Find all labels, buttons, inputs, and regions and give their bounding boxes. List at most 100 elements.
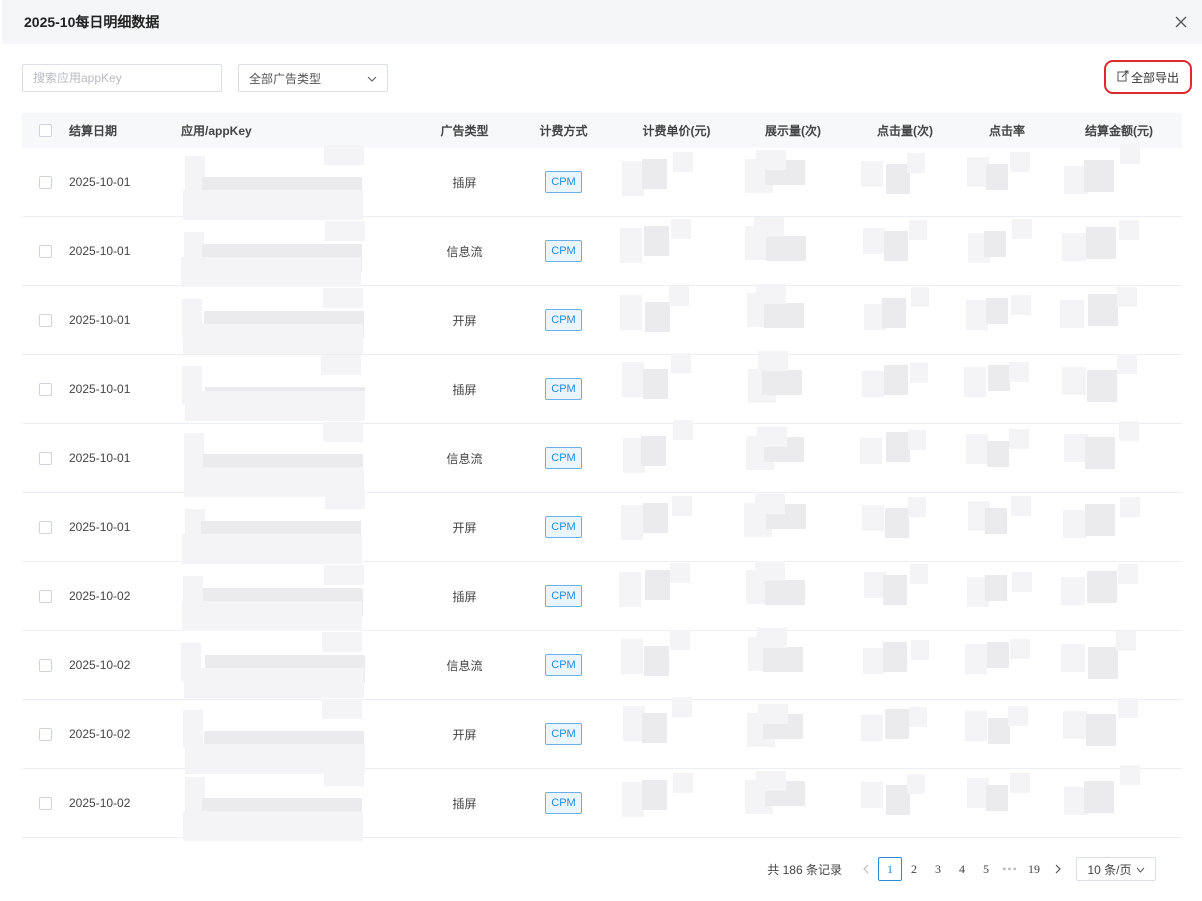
- redacted-block: [1011, 294, 1031, 315]
- header-ctr: 点击率: [988, 124, 1025, 138]
- redacted-block: [862, 504, 884, 531]
- page-button-2[interactable]: 2: [902, 857, 926, 881]
- chevron-left-icon[interactable]: [854, 857, 878, 881]
- pagination-total: 共 186 条记录: [767, 862, 842, 877]
- redacted-ctr: [958, 700, 1056, 769]
- row-impressions: [734, 769, 852, 838]
- row-billing: CPM: [508, 516, 619, 538]
- redacted-block: [884, 364, 908, 395]
- row-checkbox[interactable]: [39, 589, 52, 603]
- row-billing: CPM: [508, 792, 619, 814]
- row-checkbox[interactable]: [39, 727, 52, 741]
- redacted-unit-price: [619, 769, 734, 838]
- redacted-block: [986, 163, 1008, 190]
- redacted-block: [862, 370, 884, 397]
- redacted-block: [1116, 630, 1136, 651]
- row-billing: CPM: [508, 723, 619, 745]
- table-row[interactable]: 2025-10-01 开屏 CPM: [22, 488, 1182, 564]
- row-clicks: [852, 769, 958, 838]
- table-row[interactable]: 2025-10-01 插屏 CPM: [22, 143, 1182, 220]
- redacted-block: [1086, 713, 1116, 746]
- row-impressions: [734, 493, 852, 562]
- modal-title: 2025-10每日明细数据: [24, 14, 160, 30]
- redacted-block: [183, 323, 363, 354]
- select-all-checkbox[interactable]: [39, 124, 52, 137]
- pagination: 共 186 条记录 1 2 3 4 5 ••• 19 10 条/页: [767, 857, 1156, 881]
- redacted-block: [324, 144, 364, 165]
- table-row[interactable]: 2025-10-01 开屏 CPM: [22, 283, 1182, 355]
- table-row[interactable]: 2025-10-02 插屏 CPM: [22, 560, 1182, 631]
- row-checkbox[interactable]: [39, 520, 52, 534]
- page-button-3[interactable]: 3: [926, 857, 950, 881]
- row-ctr: [958, 769, 1056, 838]
- redacted-block: [986, 297, 1008, 324]
- page-button-4[interactable]: 4: [950, 857, 974, 881]
- export-all-button[interactable]: 全部导出: [1104, 60, 1192, 94]
- table-row[interactable]: 2025-10-02 信息流 CPM: [22, 627, 1182, 700]
- search-input[interactable]: [22, 64, 222, 92]
- redacted-impressions: [734, 560, 852, 631]
- page-ellipsis[interactable]: •••: [998, 857, 1022, 881]
- redacted-block: [324, 564, 364, 585]
- redacted-block: [183, 189, 363, 220]
- close-icon[interactable]: [1174, 15, 1188, 29]
- page-button-1[interactable]: 1: [878, 857, 902, 881]
- row-select-cell: [22, 313, 69, 327]
- redacted-block: [181, 256, 361, 287]
- redacted-block: [1087, 570, 1117, 603]
- redacted-block: [756, 770, 786, 791]
- redacted-unit-price: [619, 562, 734, 631]
- page-size-select[interactable]: 10 条/页: [1076, 857, 1156, 881]
- row-amount: [1056, 697, 1182, 769]
- row-checkbox[interactable]: [39, 658, 52, 672]
- redacted-block: [762, 369, 802, 395]
- row-date: 2025-10-02: [69, 589, 131, 603]
- header-amount: 结算金额(元): [1085, 124, 1153, 138]
- row-ctr: [958, 562, 1056, 631]
- page-button-5[interactable]: 5: [974, 857, 998, 881]
- row-checkbox[interactable]: [39, 382, 52, 396]
- page-button-last[interactable]: 19: [1022, 857, 1046, 881]
- row-select-cell: [22, 382, 69, 396]
- row-checkbox[interactable]: [39, 244, 52, 258]
- row-checkbox[interactable]: [39, 313, 52, 327]
- row-checkbox[interactable]: [39, 796, 52, 810]
- row-app: [181, 217, 421, 287]
- table-row[interactable]: 2025-10-02 插屏 CPM: [22, 764, 1182, 841]
- redacted-block: [985, 574, 1007, 601]
- redacted-block: [1061, 643, 1085, 672]
- row-checkbox[interactable]: [39, 175, 52, 189]
- row-billing: CPM: [508, 447, 619, 469]
- redacted-impressions: [734, 493, 852, 562]
- redacted-block: [1086, 226, 1116, 259]
- row-impressions: [734, 424, 852, 493]
- redacted-ctr: [958, 631, 1056, 700]
- table-row[interactable]: 2025-10-02 开屏 CPM: [22, 696, 1182, 774]
- row-app: [181, 698, 421, 774]
- row-clicks: [852, 700, 958, 769]
- row-clicks: [852, 355, 958, 424]
- redacted-block: [861, 160, 883, 187]
- row-select-cell: [22, 244, 69, 258]
- redacted-block: [985, 507, 1007, 534]
- redacted-block: [1011, 495, 1031, 516]
- table-row[interactable]: 2025-10-01 信息流 CPM: [22, 419, 1182, 497]
- row-clicks: [852, 562, 958, 631]
- redacted-amount: [1056, 286, 1182, 355]
- table-row[interactable]: 2025-10-01 信息流 CPM: [22, 216, 1182, 287]
- redacted-block: [861, 781, 883, 808]
- redacted-impressions: [734, 424, 852, 493]
- header-billing: 计费方式: [539, 124, 588, 138]
- redacted-amount: [1056, 493, 1182, 562]
- table-row[interactable]: 2025-10-01 插屏 CPM: [22, 350, 1182, 424]
- row-app: [181, 354, 421, 424]
- ad-type-select[interactable]: 全部广告类型: [238, 64, 388, 92]
- row-checkbox[interactable]: [39, 451, 52, 465]
- redacted-block: [1118, 697, 1138, 718]
- redacted-block: [182, 533, 362, 564]
- redacted-block: [886, 431, 910, 462]
- redacted-block: [1010, 638, 1030, 659]
- row-ctr: [958, 286, 1056, 355]
- chevron-right-icon[interactable]: [1046, 857, 1070, 881]
- redacted-block: [670, 562, 690, 583]
